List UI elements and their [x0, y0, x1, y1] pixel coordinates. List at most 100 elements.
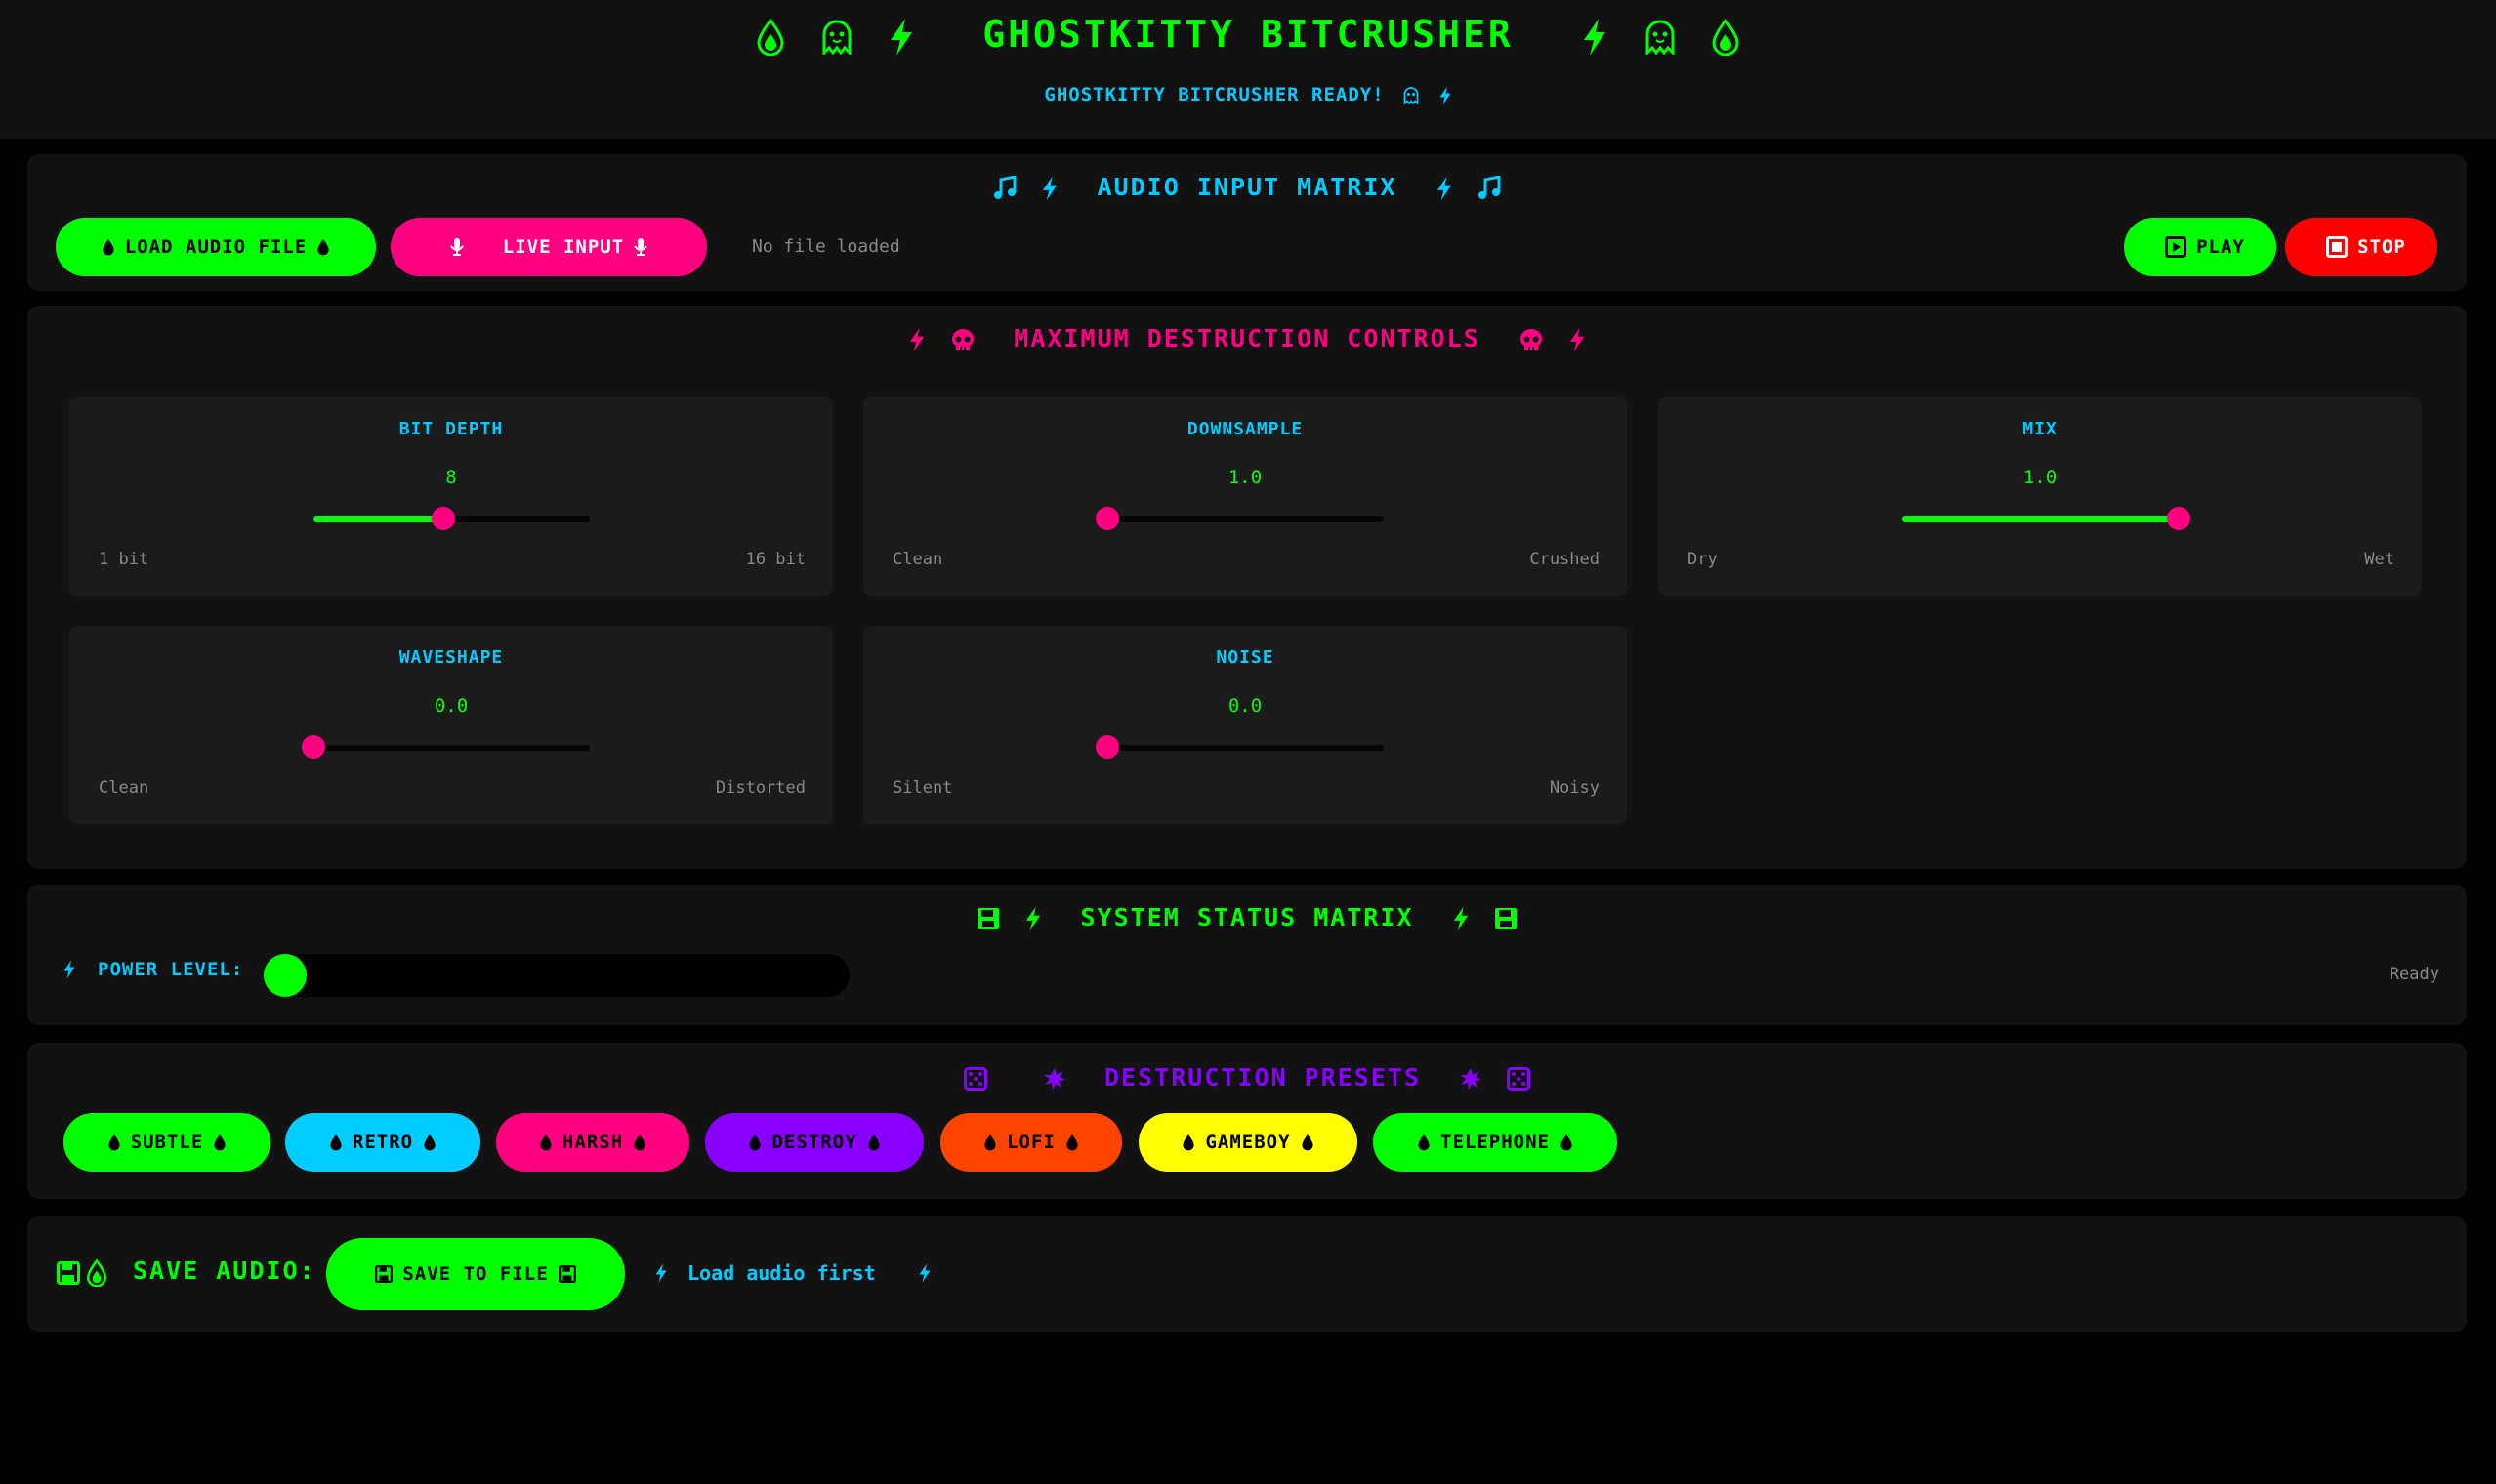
- save-audio-panel: SAVE AUDIO: SAVE TO FILE Load audio firs…: [27, 1216, 2467, 1332]
- droplet-icon: [316, 238, 330, 256]
- preset-retro-button[interactable]: RETRO: [285, 1113, 480, 1172]
- control-min-label: Clean: [893, 550, 943, 569]
- droplet-icon: [633, 1134, 646, 1151]
- control-value: 8: [445, 467, 457, 488]
- preset-label: RETRO: [352, 1132, 414, 1153]
- control-label: WAVESHAPE: [398, 647, 504, 668]
- mix-slider[interactable]: [1902, 507, 2190, 530]
- destruction-controls-panel: MAXIMUM DESTRUCTION CONTROLS BIT DEPTH 8…: [27, 306, 2467, 869]
- control-noise: NOISE 0.0 Silent Noisy: [863, 626, 1627, 824]
- dice-icon: [963, 1067, 987, 1091]
- load-audio-file-button[interactable]: LOAD AUDIO FILE: [56, 218, 376, 276]
- bolt-icon: [1024, 905, 1042, 932]
- control-label: DOWNSAMPLE: [1186, 419, 1304, 439]
- preset-harsh-button[interactable]: HARSH: [496, 1113, 689, 1172]
- destruction-controls-heading: MAXIMUM DESTRUCTION CONTROLS: [27, 321, 2467, 356]
- slider-thumb[interactable]: [2167, 507, 2190, 530]
- presets-title: DESTRUCTION PRESETS: [1104, 1063, 1421, 1092]
- app-title: GHOSTKITTY BITCRUSHER: [982, 13, 1514, 56]
- droplet-icon: [423, 1134, 437, 1151]
- bolt-icon: [1568, 326, 1586, 353]
- control-min-label: 1 bit: [99, 550, 149, 569]
- presets-heading: DESTRUCTION PRESETS: [27, 1060, 2467, 1095]
- slider-fill: [1902, 516, 2179, 522]
- control-max-label: Crushed: [1529, 550, 1600, 569]
- live-input-label: LIVE INPUT: [502, 236, 625, 258]
- control-max-label: Noisy: [1549, 778, 1600, 798]
- preset-label: SUBTLE: [130, 1132, 204, 1153]
- preset-subtle-button[interactable]: SUBTLE: [63, 1113, 270, 1172]
- bolt-icon: [918, 1262, 932, 1284]
- slider-thumb[interactable]: [1096, 735, 1119, 759]
- play-icon: [2165, 236, 2187, 258]
- live-input-button[interactable]: LIVE INPUT: [391, 218, 707, 276]
- preset-label: HARSH: [562, 1132, 624, 1153]
- stop-button[interactable]: STOP: [2285, 218, 2437, 276]
- burst-icon: [1459, 1067, 1482, 1091]
- control-bit-depth: BIT DEPTH 8 1 bit 16 bit: [69, 397, 833, 596]
- droplet-icon: [1560, 1134, 1573, 1151]
- presets-panel: DESTRUCTION PRESETS SUBTLE RETRO HARSH D…: [27, 1043, 2467, 1199]
- app-header: GHOSTKITTY BITCRUSHER GHOSTKITTY BITCRUS…: [0, 0, 2496, 139]
- control-label: NOISE: [1216, 647, 1274, 668]
- floppy-disk-icon: [1494, 907, 1518, 930]
- play-button[interactable]: PLAY: [2124, 218, 2276, 276]
- save-hint-text: Load audio first: [687, 1261, 876, 1285]
- droplet-icon: [1711, 18, 1740, 56]
- preset-telephone-button[interactable]: TELEPHONE: [1373, 1113, 1617, 1172]
- system-status-heading: SYSTEM STATUS MATRIX: [27, 900, 2467, 935]
- control-waveshape: WAVESHAPE 0.0 Clean Distorted: [69, 626, 833, 824]
- droplet-icon: [329, 1134, 343, 1151]
- system-status-panel: SYSTEM STATUS MATRIX POWER LEVEL: Ready: [27, 885, 2467, 1025]
- audio-input-panel: AUDIO INPUT MATRIX LOAD AUDIO FILE LIVE …: [27, 154, 2467, 291]
- burst-icon: [1043, 1067, 1066, 1091]
- save-to-file-button[interactable]: SAVE TO FILE: [326, 1238, 625, 1310]
- ghost-icon: [1643, 20, 1677, 55]
- bolt-icon: [888, 18, 915, 57]
- bolt-icon: [62, 959, 76, 980]
- music-note-icon: [993, 176, 1017, 201]
- slider-thumb[interactable]: [432, 507, 455, 530]
- preset-gameboy-button[interactable]: GAMEBOY: [1139, 1113, 1357, 1172]
- control-value: 1.0: [1227, 467, 1263, 488]
- bolt-icon: [1435, 175, 1453, 202]
- music-note-icon: [1477, 176, 1501, 201]
- floppy-disk-icon: [558, 1265, 576, 1283]
- droplet-icon: [1417, 1134, 1431, 1151]
- bolt-icon: [654, 1262, 668, 1284]
- ghost-icon: [820, 20, 853, 55]
- stop-icon: [2326, 236, 2349, 258]
- preset-destroy-button[interactable]: DESTROY: [705, 1113, 924, 1172]
- droplet-icon: [107, 1134, 121, 1151]
- power-level-fill: [264, 954, 307, 997]
- power-level-label: POWER LEVEL:: [98, 959, 244, 980]
- slider-thumb[interactable]: [1096, 507, 1119, 530]
- preset-label: TELEPHONE: [1440, 1132, 1550, 1153]
- bolt-icon: [1438, 85, 1452, 106]
- droplet-icon: [1065, 1134, 1079, 1151]
- power-level-meter: [264, 954, 850, 997]
- control-max-label: Wet: [2364, 550, 2394, 569]
- droplet-icon: [983, 1134, 997, 1151]
- waveshape-slider[interactable]: [302, 735, 590, 759]
- control-min-label: Clean: [99, 778, 149, 798]
- audio-input-title: AUDIO INPUT MATRIX: [1097, 173, 1397, 201]
- slider-thumb[interactable]: [302, 735, 325, 759]
- microphone-icon: [449, 237, 464, 257]
- noise-slider[interactable]: [1096, 735, 1384, 759]
- preset-lofi-button[interactable]: LOFI: [940, 1113, 1122, 1172]
- control-max-label: 16 bit: [745, 550, 806, 569]
- droplet-icon: [1301, 1134, 1314, 1151]
- dice-icon: [1507, 1067, 1531, 1091]
- load-audio-file-label: LOAD AUDIO FILE: [124, 236, 308, 258]
- droplet-icon: [539, 1134, 553, 1151]
- floppy-disk-icon: [977, 907, 1000, 930]
- bit-depth-slider[interactable]: [313, 507, 590, 530]
- control-min-label: Dry: [1687, 550, 1718, 569]
- control-max-label: Distorted: [715, 778, 806, 798]
- stop-label: STOP: [2357, 236, 2406, 258]
- bolt-icon: [1041, 175, 1059, 202]
- droplet-icon: [748, 1134, 762, 1151]
- file-status-text: No file loaded: [752, 236, 900, 257]
- downsample-slider[interactable]: [1096, 507, 1384, 530]
